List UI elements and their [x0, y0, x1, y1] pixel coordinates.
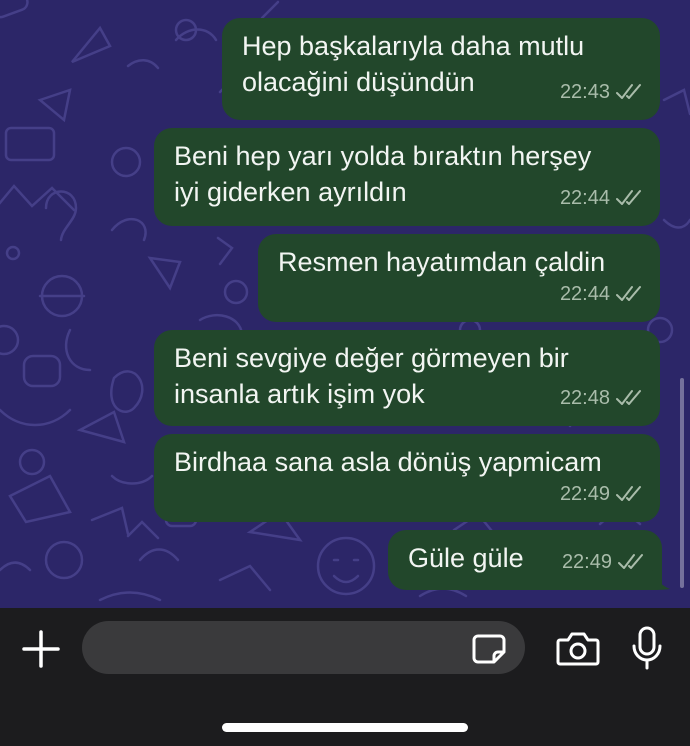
double-check-icon	[616, 486, 641, 501]
message-bubble[interactable]: Beni sevgiye değer görmeyen bir insanla …	[154, 330, 660, 426]
chat-area[interactable]: Hep başkalarıyla daha mutlu olacağini dü…	[0, 0, 690, 608]
message-bubble[interactable]: Birdhaa sana asla dönüş yapmicam 22:49	[154, 434, 660, 522]
double-check-icon	[616, 190, 641, 205]
double-check-icon	[616, 286, 641, 301]
microphone-icon[interactable]	[632, 626, 662, 670]
message-meta: 22:49	[562, 544, 646, 580]
bubble-tail	[652, 570, 670, 590]
double-check-icon	[618, 554, 643, 569]
message-time: 22:49	[559, 483, 610, 505]
message-input[interactable]	[82, 621, 525, 674]
message-time: 22:43	[559, 81, 610, 103]
message-bubble[interactable]: Beni hep yarı yolda bıraktın herşey iyi …	[154, 128, 660, 226]
double-check-icon	[616, 84, 641, 99]
message-text: Beni hep yarı yolda bıraktın herşey	[174, 141, 592, 171]
message-text: Hep başkalarıyla daha mutlu	[242, 31, 585, 61]
message-meta: 22:49	[560, 476, 644, 512]
message-meta: 22:48	[560, 380, 644, 416]
message-text: Birdhaa sana asla dönüş yapmicam	[174, 447, 602, 477]
message-text: Resmen hayatımdan çaldin	[278, 247, 606, 277]
message-meta: 22:44	[560, 276, 644, 312]
message-bubble[interactable]: Resmen hayatımdan çaldin 22:44	[258, 234, 660, 322]
sticker-icon[interactable]	[472, 634, 506, 664]
scrollbar[interactable]	[680, 378, 684, 588]
message-bubble[interactable]: Hep başkalarıyla daha mutlu olacağini dü…	[222, 18, 660, 120]
message-time: 22:44	[559, 187, 610, 209]
double-check-icon	[616, 390, 641, 405]
message-time: 22:49	[561, 551, 612, 573]
plus-icon[interactable]	[22, 630, 60, 668]
message-text: Beni sevgiye değer görmeyen bir	[174, 343, 569, 373]
message-time: 22:44	[559, 283, 610, 305]
home-indicator[interactable]	[222, 723, 468, 732]
message-meta: 22:44	[560, 180, 644, 216]
message-bubble[interactable]: Güle güle 22:49	[388, 530, 662, 590]
message-time: 22:48	[559, 387, 610, 409]
camera-icon[interactable]	[556, 631, 600, 667]
message-meta: 22:43	[560, 74, 644, 110]
